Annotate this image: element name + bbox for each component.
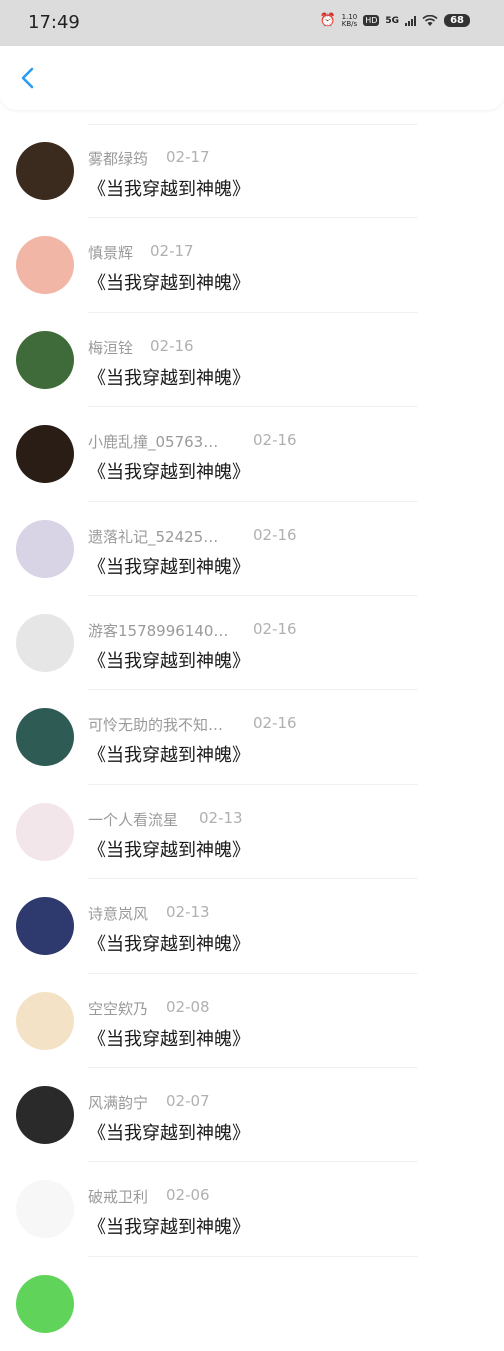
user-line: 雾都绿筠 02-17 (88, 148, 210, 169)
user-line: 风满韵宁 02-07 (88, 1092, 210, 1113)
user-line: 梅洹铨 02-16 (88, 337, 194, 358)
list-item[interactable]: 风满韵宁 02-07 《当我穿越到神魄》 (0, 1068, 504, 1163)
user-line: 小鹿乱撞_05763… 02-16 (88, 431, 297, 452)
date-label: 02-07 (166, 1091, 210, 1110)
book-title[interactable]: 《当我穿越到神魄》 (88, 269, 250, 295)
avatar[interactable] (16, 330, 74, 389)
hd-icon: HD (363, 15, 380, 26)
avatar[interactable] (16, 142, 74, 200)
user-name[interactable]: 游客1578996140… (88, 620, 228, 641)
net-speed: 1.10 KB/s (341, 13, 358, 28)
user-line: 一个人看流星 02-13 (88, 809, 243, 830)
list-item[interactable]: 梅洹铨 02-16 《当我穿越到神魄》 (0, 313, 504, 408)
user-name[interactable]: 雾都绿筠 (88, 148, 148, 169)
user-name[interactable]: 可怜无助的我不知… (88, 714, 223, 735)
avatar[interactable] (16, 1180, 74, 1239)
date-label: 02-13 (199, 808, 243, 827)
alarm-icon: ⏰ (319, 13, 336, 28)
user-line: 遗落礼记_52425… 02-16 (88, 526, 297, 547)
network-type: 5G (385, 15, 400, 26)
date-label: 02-17 (150, 242, 194, 261)
book-title[interactable]: 《当我穿越到神魄》 (88, 175, 250, 201)
avatar[interactable] (16, 613, 74, 672)
date-label: 02-06 (166, 1186, 210, 1205)
book-title[interactable]: 《当我穿越到神魄》 (88, 930, 250, 956)
date-label: 02-08 (166, 997, 210, 1016)
comment-list: 雾都绿筠 02-17 《当我穿越到神魄》 慎景辉 02-17 《当我穿越到神魄》… (0, 124, 504, 1351)
list-item[interactable]: 小鹿乱撞_05763… 02-16 《当我穿越到神魄》 (0, 407, 504, 502)
date-label: 02-16 (253, 619, 297, 638)
book-title[interactable]: 《当我穿越到神魄》 (88, 647, 250, 673)
book-title[interactable]: 《当我穿越到神魄》 (88, 1213, 250, 1239)
list-item[interactable]: 空空欸乃 02-08 《当我穿越到神魄》 (0, 974, 504, 1068)
book-title[interactable]: 《当我穿越到神魄》 (88, 458, 250, 484)
date-label: 02-13 (166, 903, 210, 922)
user-name[interactable]: 诗意岚风 (88, 903, 148, 924)
date-label: 02-16 (150, 336, 194, 355)
user-line: 破戒卫利 02-06 (88, 1186, 210, 1207)
avatar[interactable] (16, 991, 74, 1050)
list-item[interactable]: 一个人看流星 02-13 《当我穿越到神魄》 (0, 785, 504, 880)
avatar[interactable] (16, 236, 74, 295)
user-name[interactable]: 风满韵宁 (88, 1092, 148, 1113)
book-title[interactable]: 《当我穿越到神魄》 (88, 364, 250, 390)
user-name[interactable]: 遗落礼记_52425… (88, 526, 218, 547)
battery-icon: 68 (444, 14, 470, 27)
user-line: 诗意岚风 02-13 (88, 903, 210, 924)
user-name[interactable]: 破戒卫利 (88, 1186, 148, 1207)
date-label: 02-16 (253, 714, 297, 733)
avatar[interactable] (16, 897, 74, 956)
avatar[interactable] (16, 519, 74, 578)
user-line: 慎景辉 02-17 (88, 242, 194, 263)
avatar[interactable] (16, 802, 74, 861)
book-title[interactable]: 《当我穿越到神魄》 (88, 741, 250, 767)
signal-icon (405, 15, 417, 26)
list-item[interactable]: 雾都绿筠 02-17 《当我穿越到神魄》 (0, 124, 504, 219)
book-title[interactable]: 《当我穿越到神魄》 (88, 553, 250, 579)
list-item[interactable]: 游客1578996140… 02-16 《当我穿越到神魄》 (0, 596, 504, 691)
list-item[interactable]: 破戒卫利 02-06 《当我穿越到神魄》 (0, 1162, 504, 1257)
user-line: 可怜无助的我不知… 02-16 (88, 714, 297, 735)
wifi-icon (422, 14, 438, 26)
list-item[interactable]: 慎景辉 02-17 《当我穿越到神魄》 (0, 218, 504, 313)
status-icons: ⏰ 1.10 KB/s HD 5G 68 (319, 13, 470, 28)
avatar[interactable] (16, 425, 74, 484)
user-name[interactable]: 一个人看流星 (88, 809, 178, 830)
user-name[interactable]: 空空欸乃 (88, 998, 148, 1019)
user-name[interactable]: 慎景辉 (88, 242, 133, 263)
list-item[interactable]: 遗落礼记_52425… 02-16 《当我穿越到神魄》 (0, 502, 504, 596)
header (0, 46, 504, 110)
avatar[interactable] (16, 1085, 74, 1144)
date-label: 02-17 (166, 148, 210, 166)
date-label: 02-16 (253, 431, 297, 450)
status-time: 17:49 (28, 12, 80, 33)
avatar[interactable] (16, 708, 74, 767)
net-speed-unit: KB/s (341, 19, 358, 28)
avatar[interactable] (16, 1274, 74, 1333)
user-name[interactable]: 梅洹铨 (88, 337, 133, 358)
user-name[interactable]: 小鹿乱撞_05763… (88, 431, 218, 452)
user-line: 空空欸乃 02-08 (88, 998, 210, 1019)
list-item[interactable]: 诗意岚风 02-13 《当我穿越到神魄》 (0, 879, 504, 974)
chevron-left-icon[interactable] (14, 64, 42, 92)
list-item[interactable]: 可怜无助的我不知… 02-16 《当我穿越到神魄》 (0, 690, 504, 785)
book-title[interactable]: 《当我穿越到神魄》 (88, 836, 250, 862)
book-title[interactable]: 《当我穿越到神魄》 (88, 1025, 250, 1051)
status-bar: 17:49 ⏰ 1.10 KB/s HD 5G 68 (0, 0, 504, 46)
user-line: 游客1578996140… 02-16 (88, 620, 297, 641)
book-title[interactable]: 《当我穿越到神魄》 (88, 1119, 250, 1145)
list-item-partial[interactable] (0, 1257, 504, 1351)
date-label: 02-16 (253, 525, 297, 544)
